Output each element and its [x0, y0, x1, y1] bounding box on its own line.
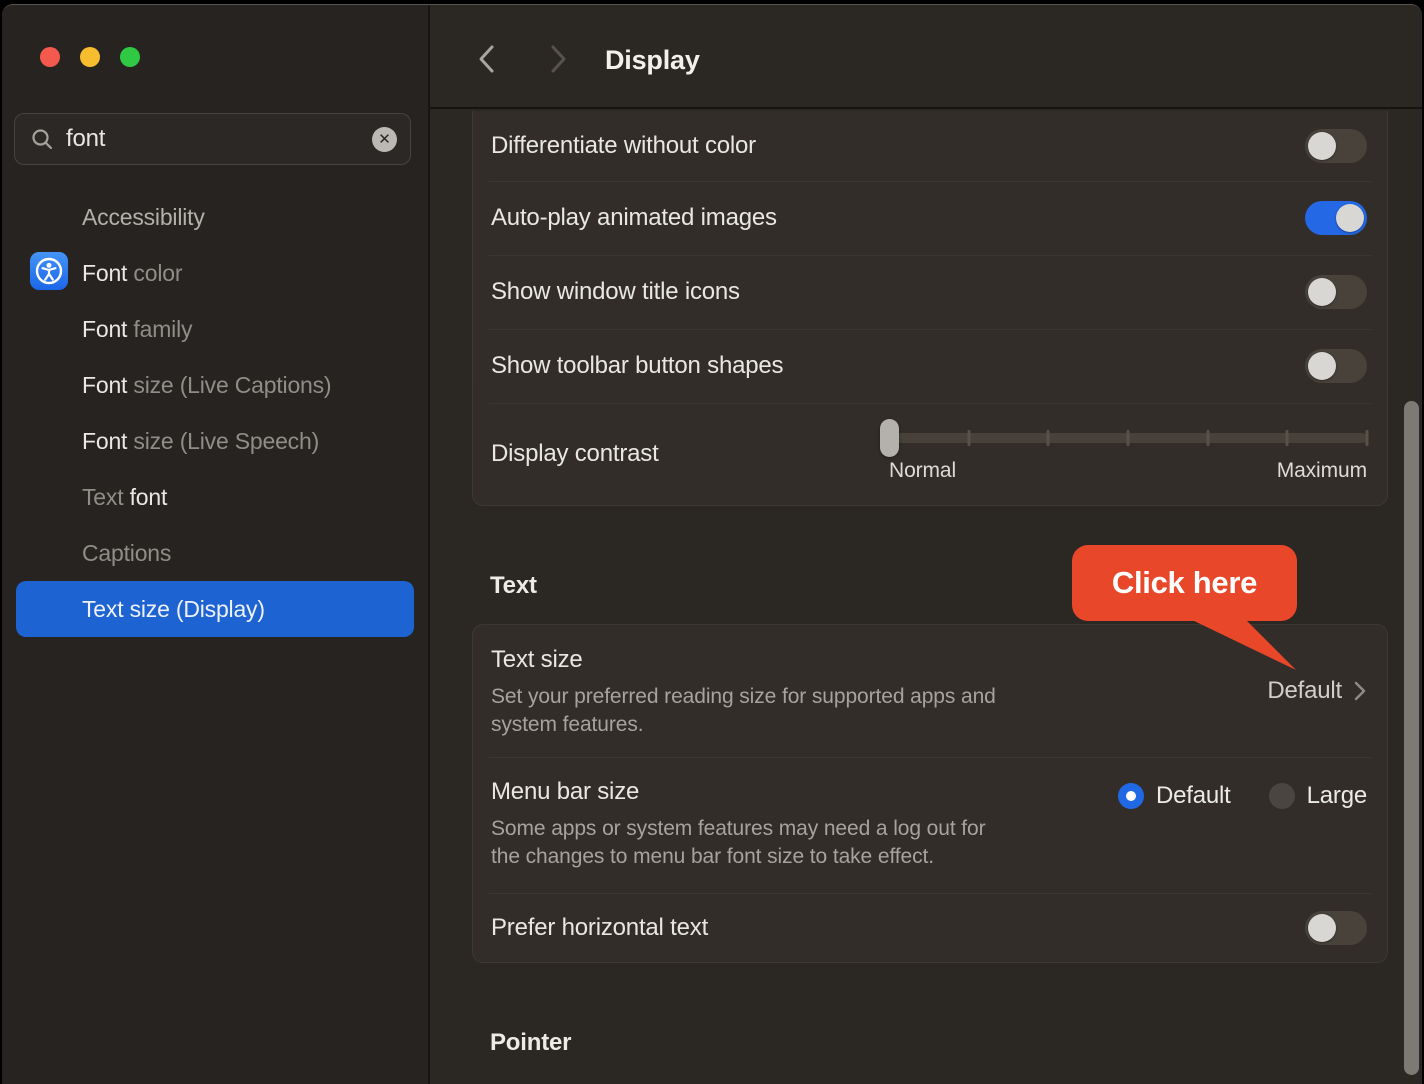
auto-play-animated-images-toggle[interactable] [1305, 201, 1367, 235]
menu-bar-size-option-large[interactable]: Large [1269, 782, 1367, 810]
menu-bar-size-option-default[interactable]: Default [1118, 782, 1231, 810]
display-options-group: Differentiate without color Auto-play an… [472, 111, 1388, 506]
minimize-button[interactable] [80, 47, 100, 67]
page-title: Display [605, 45, 700, 76]
chevron-right-icon [1353, 680, 1367, 702]
sidebar: font ✕ [2, 5, 430, 1084]
sidebar-item-text-size-display[interactable]: Text size (Display) [16, 581, 414, 637]
sidebar-item-label: Captions [82, 540, 171, 567]
section-header-pointer: Pointer [490, 1029, 1422, 1057]
callout-tail-pointer [1185, 619, 1300, 672]
text-settings-group: Text size Set your preferred reading siz… [472, 624, 1388, 963]
setting-label: Display contrast [491, 440, 659, 468]
click-here-callout: Click here [1072, 545, 1297, 621]
sidebar-item-label-match: Font [82, 372, 127, 399]
sidebar-item-label-rest: size (Live Speech) [127, 428, 319, 455]
sidebar-item-label-rest: color [127, 260, 182, 287]
callout-label: Click here [1112, 565, 1257, 601]
close-button[interactable] [40, 47, 60, 67]
radio-selected-icon[interactable] [1118, 783, 1144, 809]
toggle-knob [1336, 204, 1364, 232]
slider-track[interactable] [889, 433, 1367, 443]
menu-bar-size-labels: Menu bar size Some apps or system featur… [491, 778, 986, 871]
sidebar-item-captions[interactable]: Captions [16, 525, 414, 581]
setting-label: Show window title icons [491, 278, 740, 306]
sidebar-item-text-font[interactable]: Text font [16, 469, 414, 525]
sidebar-item-label-rest: size (Live Captions) [127, 372, 331, 399]
slider-labels: Normal Maximum [889, 459, 1367, 483]
setting-label: Menu bar size [491, 778, 986, 806]
toggle-knob [1308, 278, 1336, 306]
setting-row-display-contrast: Display contrast [473, 403, 1387, 505]
toggle-knob [1308, 914, 1336, 942]
setting-row-menu-bar-size: Menu bar size Some apps or system featur… [473, 757, 1387, 893]
sidebar-item-font-family[interactable]: Font family [16, 301, 414, 357]
slider-tick [1127, 430, 1130, 446]
radio-label: Default [1156, 782, 1231, 810]
window-controls [40, 47, 140, 67]
back-button[interactable] [475, 43, 499, 75]
sidebar-item-label-rest: family [127, 316, 192, 343]
sidebar-item-label-match: Font [82, 260, 127, 287]
setting-label: Show toolbar button shapes [491, 352, 783, 380]
setting-row-show-window-title-icons: Show window title icons [473, 255, 1387, 329]
radio-label: Large [1307, 782, 1367, 810]
system-settings-window: font ✕ [2, 4, 1422, 1084]
forward-button[interactable] [546, 43, 570, 75]
show-toolbar-button-shapes-toggle[interactable] [1305, 349, 1367, 383]
slider-tick [1366, 430, 1369, 446]
slider-thumb[interactable] [880, 419, 899, 457]
setting-label: Text size [491, 646, 996, 674]
prefer-horizontal-text-toggle[interactable] [1305, 911, 1367, 945]
setting-row-show-toolbar-button-shapes: Show toolbar button shapes [473, 329, 1387, 403]
slider-tick [967, 430, 970, 446]
setting-row-differentiate-without-color: Differentiate without color [473, 111, 1387, 181]
setting-description: Some apps or system features may need a … [491, 815, 986, 871]
slider-tick [1286, 430, 1289, 446]
setting-row-prefer-horizontal-text: Prefer horizontal text [473, 893, 1387, 962]
sidebar-item-font-color[interactable]: Font color [16, 245, 414, 301]
search-input[interactable]: font [66, 125, 105, 153]
sidebar-item-label-match: Font [82, 428, 127, 455]
search-results-list: Accessibility Font color Font family Fon… [2, 189, 428, 637]
sidebar-item-font-size-live-captions[interactable]: Font size (Live Captions) [16, 357, 414, 413]
sidebar-item-font-size-live-speech[interactable]: Font size (Live Speech) [16, 413, 414, 469]
titlebar: Display [430, 5, 1422, 109]
sidebar-item-label-match: Font [82, 316, 127, 343]
text-size-current-value: Default [1267, 677, 1342, 705]
setting-label: Auto-play animated images [491, 204, 777, 232]
setting-label: Differentiate without color [491, 132, 756, 160]
accessibility-app-icon [30, 198, 68, 236]
sidebar-item-label-match: font [130, 484, 168, 511]
screen: font ✕ [0, 0, 1424, 1070]
clear-search-button[interactable]: ✕ [372, 127, 397, 152]
text-size-labels: Text size Set your preferred reading siz… [491, 646, 996, 739]
menu-bar-size-radio-group: Default Large [1118, 778, 1367, 810]
display-contrast-slider[interactable]: Normal Maximum [889, 433, 1367, 483]
radio-unselected-icon[interactable] [1269, 783, 1295, 809]
search-field[interactable]: font ✕ [14, 113, 411, 165]
differentiate-without-color-toggle[interactable] [1305, 129, 1367, 163]
slider-min-label: Normal [889, 459, 956, 483]
text-size-value[interactable]: Default [1267, 677, 1367, 705]
fullscreen-button[interactable] [120, 47, 140, 67]
search-icon [31, 128, 54, 151]
slider-tick [1047, 430, 1050, 446]
sidebar-item-label: Text size (Display) [82, 596, 265, 623]
toggle-knob [1308, 352, 1336, 380]
toggle-knob [1308, 132, 1336, 160]
slider-tick [1206, 430, 1209, 446]
slider-max-label: Maximum [1277, 459, 1367, 483]
setting-label: Prefer horizontal text [491, 914, 708, 942]
sidebar-item-label-rest: Text [82, 484, 130, 511]
scrollbar-thumb[interactable] [1404, 401, 1419, 1075]
show-window-title-icons-toggle[interactable] [1305, 275, 1367, 309]
setting-row-auto-play-animated-images: Auto-play animated images [473, 181, 1387, 255]
sidebar-item-accessibility[interactable]: Accessibility [16, 189, 414, 245]
setting-description: Set your preferred reading size for supp… [491, 683, 996, 739]
